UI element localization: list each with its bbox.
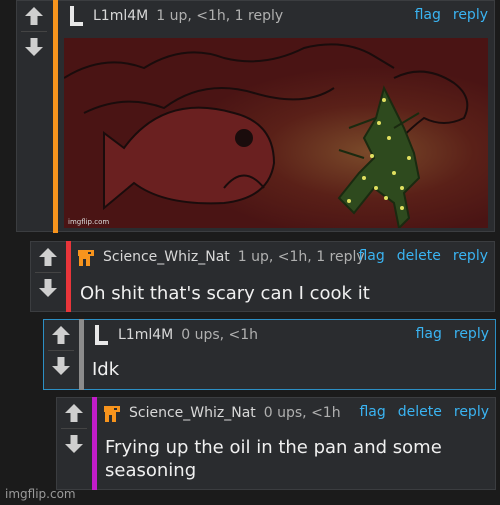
comment-depth-bar [53,0,58,233]
comment-actions: flag delete reply [359,404,489,420]
vote-column [17,1,51,231]
comment-depth-bar [92,397,97,490]
downvote-button[interactable] [58,429,90,459]
flag-link[interactable]: flag [359,404,385,420]
imgflip-watermark: imgflip.com [5,487,76,501]
arrow-up-icon [25,7,43,25]
arrow-down-icon [25,38,43,56]
comment-meta: 1 up, <1h, 1 reply [156,8,284,24]
comment-header: L1ml4M 1 up, <1h, 1 reply [67,5,283,27]
reply-link[interactable]: reply [453,7,488,23]
delete-link[interactable]: delete [398,404,442,420]
vote-column [44,320,78,389]
comment-header: L1ml4M 0 ups, <1h [92,324,258,346]
comment-actions: flag delete reply [358,248,488,264]
comment-meta: 1 up, <1h, 1 reply [237,249,365,265]
comment-depth-bar [66,241,71,312]
flag-link[interactable]: flag [415,7,441,23]
image-watermark: imgflip.com [68,218,110,226]
flag-link[interactable]: flag [416,326,442,342]
reply-link[interactable]: reply [454,404,489,420]
downvote-button[interactable] [18,32,50,62]
username[interactable]: Science_Whiz_Nat [103,249,230,265]
reply-link[interactable]: reply [453,248,488,264]
arrow-up-icon [65,404,83,422]
arrow-down-icon [39,279,57,297]
comment-depth-bar [79,319,84,390]
pixel-creature-orange-icon[interactable] [103,402,121,424]
upvote-button[interactable] [32,242,64,272]
comment-meta: 0 ups, <1h [181,327,259,343]
comment-1: L1ml4M 1 up, <1h, 1 reply flag reply img… [16,0,495,233]
comment-text: Oh shit that's scary can I cook it [80,283,370,304]
username[interactable]: L1ml4M [118,327,173,343]
reply-link[interactable]: reply [454,326,489,342]
comment-text: Idk [92,359,120,380]
upvote-button[interactable] [45,320,77,350]
meme-image[interactable]: imgflip.com [64,38,488,228]
vote-column [57,398,91,489]
username[interactable]: Science_Whiz_Nat [129,405,256,421]
arrow-down-icon [52,357,70,375]
comment-actions: flag reply [415,7,488,23]
drawing-illustration [64,38,488,228]
vote-column [31,242,65,311]
pixel-creature-orange-icon[interactable] [77,246,95,268]
comment-actions: flag reply [416,326,489,342]
comment-4: Science_Whiz_Nat 0 ups, <1h flag delete … [56,397,496,490]
upvote-button[interactable] [58,398,90,428]
letter-L-icon[interactable] [92,324,110,346]
downvote-button[interactable] [45,351,77,381]
upvote-button[interactable] [18,1,50,31]
flag-link[interactable]: flag [358,248,384,264]
arrow-up-icon [39,248,57,266]
comment-3: L1ml4M 0 ups, <1h flag reply Idk [43,319,496,390]
downvote-button[interactable] [32,273,64,303]
arrow-up-icon [52,326,70,344]
username[interactable]: L1ml4M [93,8,148,24]
letter-L-icon[interactable] [67,5,85,27]
arrow-down-icon [65,435,83,453]
comment-header: Science_Whiz_Nat 1 up, <1h, 1 reply [77,246,365,268]
comment-header: Science_Whiz_Nat 0 ups, <1h [103,402,341,424]
comment-2: Science_Whiz_Nat 1 up, <1h, 1 reply flag… [30,241,495,312]
comment-meta: 0 ups, <1h [263,405,341,421]
delete-link[interactable]: delete [397,248,441,264]
comment-text: Frying up the oil in the pan and some se… [105,437,442,481]
